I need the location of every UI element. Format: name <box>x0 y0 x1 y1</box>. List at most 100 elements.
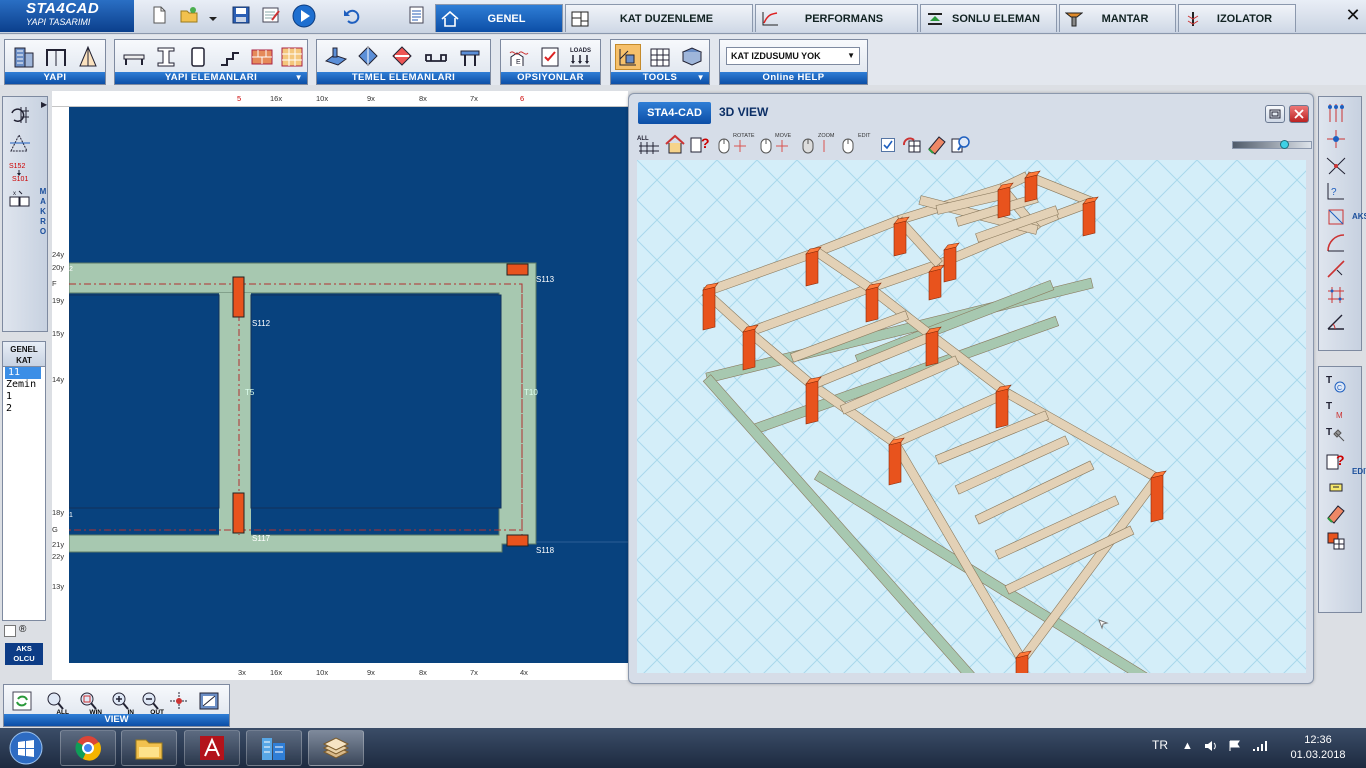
chevron-down-icon[interactable]: ▼ <box>697 72 705 84</box>
open-folder-icon[interactable] <box>180 6 198 24</box>
language-indicator[interactable]: TR <box>1152 738 1168 752</box>
chevron-down-icon[interactable]: ▼ <box>295 72 303 84</box>
axis-grid-icon[interactable] <box>1324 283 1348 307</box>
query-element-icon[interactable]: ? <box>689 132 713 156</box>
beam-icon[interactable] <box>121 44 147 70</box>
mouse-rotate-icon[interactable] <box>717 132 731 156</box>
refresh-model-icon[interactable] <box>899 132 923 156</box>
edit-dimension-icon[interactable] <box>1324 475 1348 499</box>
axis-edit-icon[interactable] <box>8 131 34 155</box>
mouse-zoom-icon[interactable] <box>801 132 815 156</box>
building-icon[interactable] <box>11 44 37 70</box>
brick-icon[interactable] <box>249 44 275 70</box>
close-button[interactable] <box>1289 105 1309 123</box>
aks-olcu-button[interactable]: AKS OLCU <box>5 643 43 665</box>
report-icon[interactable] <box>407 6 425 24</box>
close-icon[interactable]: ✕ <box>1344 6 1362 24</box>
grid-table-icon[interactable] <box>647 44 673 70</box>
axis-help-icon[interactable]: ? <box>1324 179 1348 203</box>
zoom-window-icon[interactable]: WIN <box>75 688 102 716</box>
undo-icon[interactable] <box>342 6 360 24</box>
maximize-button[interactable] <box>1265 105 1285 123</box>
axis-move-icon[interactable] <box>1324 257 1348 281</box>
start-button[interactable] <box>4 730 48 766</box>
registered-checkbox[interactable] <box>4 625 16 637</box>
tab-performans[interactable]: PERFORMANS <box>755 4 918 32</box>
taskbar-app[interactable] <box>60 730 116 766</box>
taskbar-app[interactable] <box>184 730 240 766</box>
mouse-edit-icon[interactable] <box>841 132 855 156</box>
wall-icon[interactable] <box>185 44 211 70</box>
edit-copy-icon[interactable] <box>1324 529 1348 553</box>
tab-izolator[interactable]: IZOLATOR <box>1178 4 1296 32</box>
frame-icon[interactable] <box>43 44 69 70</box>
taskbar-app[interactable] <box>308 730 364 766</box>
frame-rotate-icon[interactable] <box>8 103 34 127</box>
axis-diagonal-icon[interactable] <box>1324 153 1348 177</box>
mouse-move-icon[interactable] <box>759 132 773 156</box>
roof-icon[interactable] <box>75 44 101 70</box>
taskbar-app[interactable] <box>121 730 177 766</box>
zoom-out-icon[interactable]: OUT <box>137 688 164 716</box>
zoom-in-icon[interactable]: IN <box>107 688 134 716</box>
floor-list-item[interactable]: Zemin <box>3 379 45 391</box>
edit-help-icon[interactable]: ? <box>1324 449 1348 473</box>
view-3d-canvas[interactable] <box>637 160 1306 673</box>
edit-text-icon[interactable]: TC <box>1324 371 1348 395</box>
network-signal-icon[interactable] <box>1252 740 1268 755</box>
transparency-slider[interactable] <box>1232 140 1312 149</box>
show-hidden-icons-icon[interactable]: ▲ <box>1182 740 1193 752</box>
edit-hammer-icon[interactable]: T <box>1324 423 1348 447</box>
book-icon[interactable] <box>679 44 705 70</box>
pile-icon[interactable] <box>457 44 483 70</box>
all-axes-icon[interactable]: ALL <box>637 132 661 156</box>
refresh-icon[interactable] <box>9 688 35 714</box>
tab-mantar[interactable]: MANTAR <box>1059 4 1176 32</box>
stair-icon[interactable] <box>217 44 243 70</box>
search-model-icon[interactable] <box>949 132 973 156</box>
tab-kat-duzenleme[interactable]: KAT DUZENLEME <box>565 4 753 32</box>
slider-knob[interactable] <box>1279 140 1289 149</box>
axis-intersect-icon[interactable] <box>1324 127 1348 151</box>
save-icon[interactable] <box>232 6 250 24</box>
floor-list-item[interactable]: 2 <box>3 403 45 415</box>
checklist-icon[interactable] <box>537 44 563 70</box>
render-checkbox[interactable] <box>881 138 895 152</box>
axis-rect-icon[interactable] <box>1324 205 1348 229</box>
earthquake-icon[interactable]: E <box>507 44 533 70</box>
plan-view-canvas[interactable]: 2 1 S113 S112 S118 S117 T5 T10 <box>69 107 628 663</box>
zoom-all-icon[interactable]: ALL <box>42 688 69 716</box>
isolated-footing-icon[interactable] <box>355 44 381 70</box>
tab-sonlu-eleman[interactable]: SONLU ELEMAN <box>920 4 1057 32</box>
volume-icon[interactable] <box>1204 740 1218 755</box>
taskbar-app[interactable] <box>246 730 302 766</box>
strip-footing-icon[interactable] <box>423 44 449 70</box>
axis-angle-icon[interactable] <box>1324 309 1348 333</box>
tab-genel[interactable]: GENEL <box>435 4 563 32</box>
column-icon[interactable] <box>153 44 179 70</box>
new-file-icon[interactable] <box>150 6 168 24</box>
floor-list-item[interactable]: 11 <box>5 367 41 379</box>
action-center-icon[interactable] <box>1228 740 1242 755</box>
snap-grid-icon[interactable] <box>615 44 641 70</box>
mat-foundation-icon[interactable] <box>389 44 415 70</box>
copy-floor-icon[interactable]: x <box>8 189 34 213</box>
kat-izdusumu-select[interactable]: KAT IZDUSUMU YOK ▼ <box>726 47 860 65</box>
run-analysis-icon[interactable] <box>292 4 316 28</box>
floor-list-item[interactable]: 1 <box>3 391 45 403</box>
axis-add-icon[interactable] <box>1324 101 1348 125</box>
settings-sheet-icon[interactable] <box>262 6 280 24</box>
system-clock[interactable]: 12:36 01.03.2018 <box>1290 733 1346 763</box>
edit-move-icon[interactable]: TM <box>1324 397 1348 421</box>
view-3d-icon[interactable] <box>196 688 222 714</box>
home-view-icon[interactable] <box>663 132 687 156</box>
slab-grid-icon[interactable] <box>279 44 305 70</box>
axis-arc-icon[interactable] <box>1324 231 1348 255</box>
loads-icon[interactable]: LOADS <box>567 44 593 70</box>
open-dropdown-icon[interactable] <box>208 6 218 24</box>
renumber-icon[interactable]: S152 S101 <box>7 159 35 185</box>
pan-crosshair-icon[interactable] <box>166 688 192 714</box>
footing-icon[interactable] <box>323 44 349 70</box>
eraser-icon[interactable] <box>925 132 949 156</box>
edit-eraser-icon[interactable] <box>1324 501 1348 525</box>
